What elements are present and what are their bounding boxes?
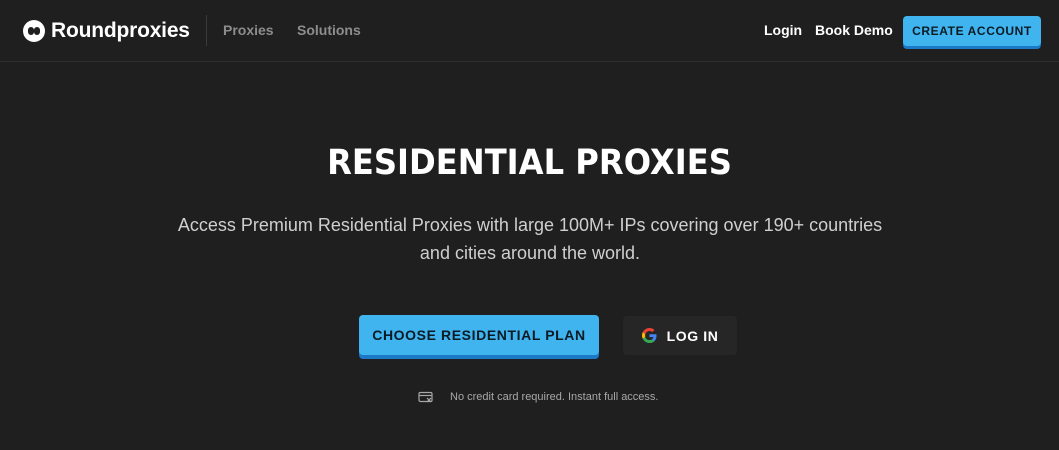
page-title: RESIDENTIAL PROXIES — [327, 143, 732, 183]
google-login-label: LOG IN — [666, 327, 719, 344]
top-navigation-bar: Roundproxies Proxies Solutions Login Boo… — [0, 0, 1059, 62]
roundproxies-logo-icon — [23, 20, 45, 42]
google-login-button[interactable]: LOG IN — [623, 316, 737, 355]
brand-logo-link[interactable]: Roundproxies — [23, 17, 190, 45]
login-link[interactable]: Login — [764, 22, 802, 38]
nav-link-proxies[interactable]: Proxies — [223, 22, 274, 38]
no-credit-card-text: No credit card required. Instant full ac… — [450, 391, 659, 403]
create-account-button[interactable]: CREATE ACCOUNT — [903, 16, 1041, 46]
book-demo-link[interactable]: Book Demo — [815, 22, 893, 38]
hero-subtitle: Access Premium Residential Proxies with … — [177, 215, 883, 263]
page: Roundproxies Proxies Solutions Login Boo… — [0, 0, 1059, 450]
no-credit-card-icon — [418, 391, 433, 403]
nav-link-solutions[interactable]: Solutions — [297, 22, 361, 38]
brand-name: Roundproxies — [51, 19, 190, 42]
no-credit-card-note: No credit card required. Instant full ac… — [418, 389, 658, 405]
google-g-icon — [641, 328, 657, 343]
choose-residential-plan-button[interactable]: CHOOSE RESIDENTIAL PLAN — [359, 315, 599, 355]
nav-divider — [206, 15, 207, 46]
